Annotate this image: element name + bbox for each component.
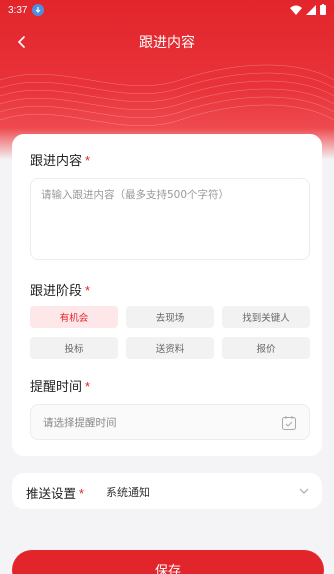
calendar-icon (282, 416, 296, 430)
chevron-down-icon (299, 488, 309, 494)
reminder-time-picker[interactable]: 请选择提醒时间 (30, 404, 310, 440)
push-label: 推送设置 * (26, 483, 84, 502)
content-placeholder: 请输入跟进内容（最多支持500个字符） (41, 189, 230, 201)
signal-icon (306, 4, 316, 15)
required-mark: * (85, 283, 91, 298)
follow-up-form-card: 跟进内容 * 请输入跟进内容（最多支持500个字符） 跟进阶段 * 有机会 去现场 … (12, 134, 322, 456)
download-icon (32, 4, 45, 16)
stage-option-opportunity[interactable]: 有机会 (30, 306, 118, 328)
reminder-label: 提醒时间 * (30, 376, 90, 395)
required-mark: * (85, 379, 91, 394)
required-mark: * (85, 153, 91, 168)
stage-option-key-person[interactable]: 找到关键人 (222, 306, 310, 328)
content-label-text: 跟进内容 (30, 153, 83, 168)
push-value: 系统通知 (106, 486, 150, 499)
stage-option-bidding[interactable]: 投标 (30, 337, 118, 359)
status-bar: 3:37 (0, 0, 334, 20)
page-title: 跟进内容 (139, 34, 195, 50)
stage-option-quote[interactable]: 报价 (222, 337, 310, 359)
wifi-icon (290, 5, 302, 15)
stage-label: 跟进阶段 * (30, 280, 90, 299)
stage-option-send-materials[interactable]: 送资料 (126, 337, 214, 359)
required-mark: * (79, 487, 84, 501)
nav-bar: 跟进内容 (0, 24, 334, 60)
stage-label-text: 跟进阶段 (30, 283, 83, 298)
content-label: 跟进内容 * (30, 150, 90, 169)
battery-icon (320, 4, 326, 15)
status-time: 3:37 (8, 4, 28, 16)
push-setting-row[interactable]: 推送设置 * 系统通知 (12, 473, 322, 509)
stage-option-site-visit[interactable]: 去现场 (126, 306, 214, 328)
back-arrow-icon[interactable] (12, 32, 32, 52)
reminder-placeholder: 请选择提醒时间 (43, 416, 117, 429)
push-label-text: 推送设置 (26, 487, 77, 501)
reminder-label-text: 提醒时间 (30, 379, 83, 394)
content-textarea[interactable]: 请输入跟进内容（最多支持500个字符） (30, 178, 310, 260)
save-button[interactable]: 保存 (12, 550, 324, 574)
